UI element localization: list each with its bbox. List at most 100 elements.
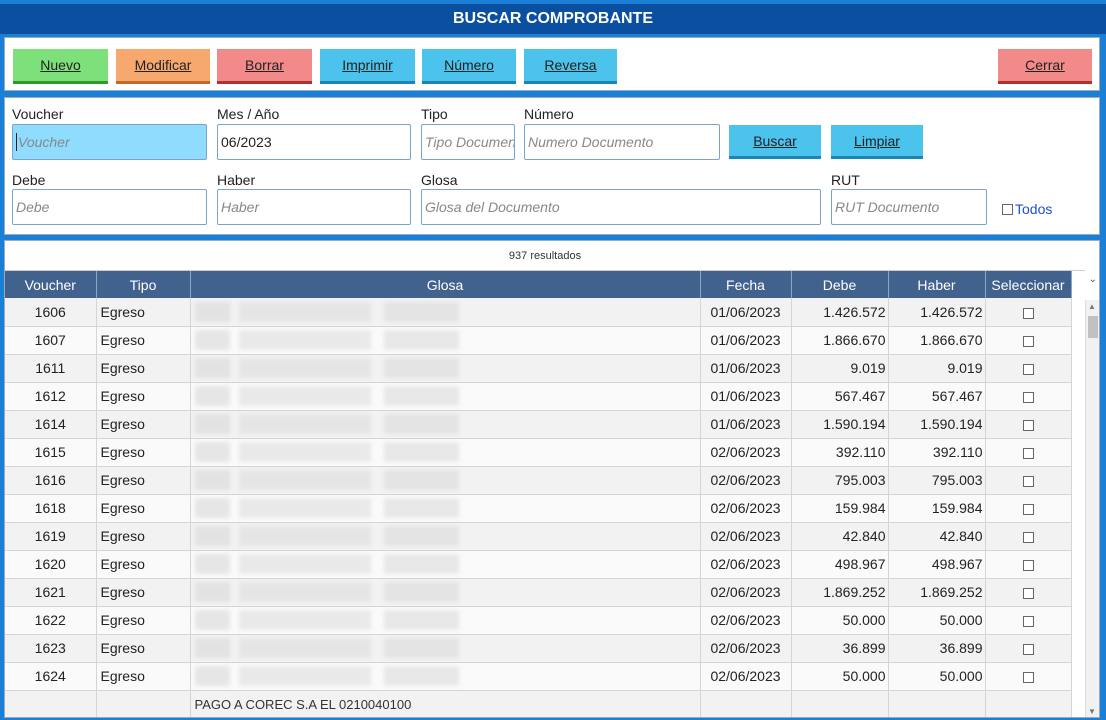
debe-cell: 1.869.252 — [791, 578, 889, 607]
cerrar-button[interactable]: Cerrar — [998, 49, 1092, 84]
table-row[interactable]: 1621 Egreso 02/06/2023 1.869.252 1.869.252 — [5, 578, 1072, 607]
rut-input[interactable]: RUT Documento — [831, 189, 987, 225]
row-select-checkbox[interactable] — [1022, 503, 1034, 515]
row-select-checkbox[interactable] — [1022, 447, 1034, 459]
row-select-checkbox[interactable] — [1022, 363, 1034, 375]
todos-label: Todos — [1015, 201, 1053, 217]
table-row[interactable]: 1616 Egreso 02/06/2023 795.003 795.003 — [5, 466, 1072, 495]
debe-label: Debe — [12, 172, 46, 188]
partial-cell: PAGO A COREC S.A EL 0210040100 — [190, 690, 701, 717]
tipo-cell: Egreso — [96, 550, 191, 579]
voucher-cell: 1620 — [5, 550, 97, 579]
table-row[interactable]: 1618 Egreso 02/06/2023 159.984 159.984 — [5, 494, 1072, 523]
scrollbar-thumb[interactable] — [1088, 316, 1098, 338]
text-caret — [16, 133, 17, 151]
fecha-cell: 02/06/2023 — [700, 578, 792, 607]
buscar-button[interactable]: Buscar — [729, 125, 821, 159]
blurred-text — [194, 582, 635, 602]
row-select-checkbox[interactable] — [1022, 391, 1034, 403]
col-header-haber[interactable]: Haber — [888, 271, 986, 298]
debe-cell: 1.426.572 — [791, 298, 889, 327]
select-cell — [985, 494, 1072, 523]
modificar-button[interactable]: Modificar — [116, 49, 210, 84]
row-select-checkbox[interactable] — [1022, 531, 1034, 543]
chevron-down-icon[interactable]: ⌄ — [1089, 274, 1097, 285]
table-row[interactable]: 1611 Egreso 01/06/2023 9.019 9.019 — [5, 354, 1072, 383]
haber-cell: 50.000 — [888, 662, 986, 691]
tipo-cell: Egreso — [96, 466, 191, 495]
scroll-up-icon[interactable]: ▲ — [1088, 302, 1096, 311]
tipo-cell: Egreso — [96, 354, 191, 383]
glosa-input[interactable]: Glosa del Documento — [421, 189, 821, 225]
scroll-down-icon[interactable]: ▼ — [1088, 707, 1096, 716]
glosa-cell — [190, 438, 701, 467]
col-header-glosa[interactable]: Glosa — [190, 271, 701, 298]
table-row[interactable]: 1624 Egreso 02/06/2023 50.000 50.000 — [5, 662, 1072, 691]
todos-checkbox-box[interactable] — [1002, 203, 1013, 215]
table-row[interactable]: 1615 Egreso 02/06/2023 392.110 392.110 — [5, 438, 1072, 467]
borrar-button[interactable]: Borrar — [217, 49, 312, 84]
col-header-fecha[interactable]: Fecha — [700, 271, 792, 298]
table-header-row: Voucher Tipo Glosa Fecha Debe Haber Sele… — [5, 271, 1072, 298]
table-row[interactable]: 1614 Egreso 01/06/2023 1.590.194 1.590.194 — [5, 410, 1072, 439]
glosa-partial-text: PAGO A COREC S.A EL 0210040100 — [194, 697, 412, 712]
row-select-checkbox[interactable] — [1022, 307, 1034, 319]
blurred-text — [194, 554, 635, 574]
voucher-cell: 1614 — [5, 410, 97, 439]
table-row[interactable]: 1607 Egreso 01/06/2023 1.866.670 1.866.670 — [5, 326, 1072, 355]
row-select-checkbox[interactable] — [1022, 475, 1034, 487]
blurred-text — [194, 610, 635, 630]
todos-checkbox[interactable]: Todos — [1002, 201, 1052, 217]
table-row[interactable]: 1612 Egreso 01/06/2023 567.467 567.467 — [5, 382, 1072, 411]
blurred-text — [194, 330, 635, 350]
partial-cell — [985, 690, 1072, 717]
table-row[interactable]: 1619 Egreso 02/06/2023 42.840 42.840 — [5, 522, 1072, 551]
col-header-debe[interactable]: Debe — [791, 271, 889, 298]
debe-input[interactable]: Debe — [12, 189, 207, 225]
row-select-checkbox[interactable] — [1022, 643, 1034, 655]
blurred-text — [194, 526, 635, 546]
reversa-button[interactable]: Reversa — [524, 49, 617, 84]
table-row[interactable]: 1622 Egreso 02/06/2023 50.000 50.000 — [5, 606, 1072, 635]
voucher-cell: 1624 — [5, 662, 97, 691]
glosa-cell — [190, 522, 701, 551]
blurred-text — [194, 414, 635, 434]
col-header-seleccionar[interactable]: Seleccionar — [985, 271, 1072, 298]
table-row[interactable]: 1620 Egreso 02/06/2023 498.967 498.967 — [5, 550, 1072, 579]
results-table: Voucher Tipo Glosa Fecha Debe Haber Sele… — [5, 271, 1072, 717]
table-row-partial[interactable]: PAGO A COREC S.A EL 0210040100 — [5, 690, 1072, 717]
voucher-cell: 1615 — [5, 438, 97, 467]
glosa-cell — [190, 354, 701, 383]
imprimir-button[interactable]: Imprimir — [320, 49, 415, 84]
row-select-checkbox[interactable] — [1022, 587, 1034, 599]
select-cell — [985, 382, 1072, 411]
vertical-scrollbar[interactable]: ▲ ▼ — [1085, 300, 1099, 717]
table-row[interactable]: 1606 Egreso 01/06/2023 1.426.572 1.426.572 — [5, 298, 1072, 327]
numero-input[interactable]: Numero Documento — [524, 124, 720, 160]
voucher-cell: 1606 — [5, 298, 97, 327]
debe-cell: 36.899 — [791, 634, 889, 663]
row-select-checkbox[interactable] — [1022, 671, 1034, 683]
row-select-checkbox[interactable] — [1022, 335, 1034, 347]
blurred-text — [194, 666, 635, 686]
fecha-cell: 01/06/2023 — [700, 326, 792, 355]
tipo-input[interactable]: Tipo Documento — [421, 124, 515, 160]
numero-button[interactable]: Número — [422, 49, 516, 84]
haber-input[interactable]: Haber — [217, 189, 411, 225]
row-select-checkbox[interactable] — [1022, 559, 1034, 571]
row-select-checkbox[interactable] — [1022, 615, 1034, 627]
voucher-input[interactable]: Voucher — [12, 124, 207, 160]
glosa-cell — [190, 382, 701, 411]
haber-cell: 498.967 — [888, 550, 986, 579]
glosa-cell — [190, 466, 701, 495]
row-select-checkbox[interactable] — [1022, 419, 1034, 431]
fecha-cell: 02/06/2023 — [700, 438, 792, 467]
col-header-voucher[interactable]: Voucher — [5, 271, 97, 298]
mes-input[interactable]: 06/2023 — [217, 124, 411, 160]
col-header-tipo[interactable]: Tipo — [96, 271, 191, 298]
glosa-cell — [190, 606, 701, 635]
limpiar-button[interactable]: Limpiar — [831, 125, 923, 159]
table-row[interactable]: 1623 Egreso 02/06/2023 36.899 36.899 — [5, 634, 1072, 663]
haber-cell: 159.984 — [888, 494, 986, 523]
nuevo-button[interactable]: Nuevo — [13, 49, 108, 84]
